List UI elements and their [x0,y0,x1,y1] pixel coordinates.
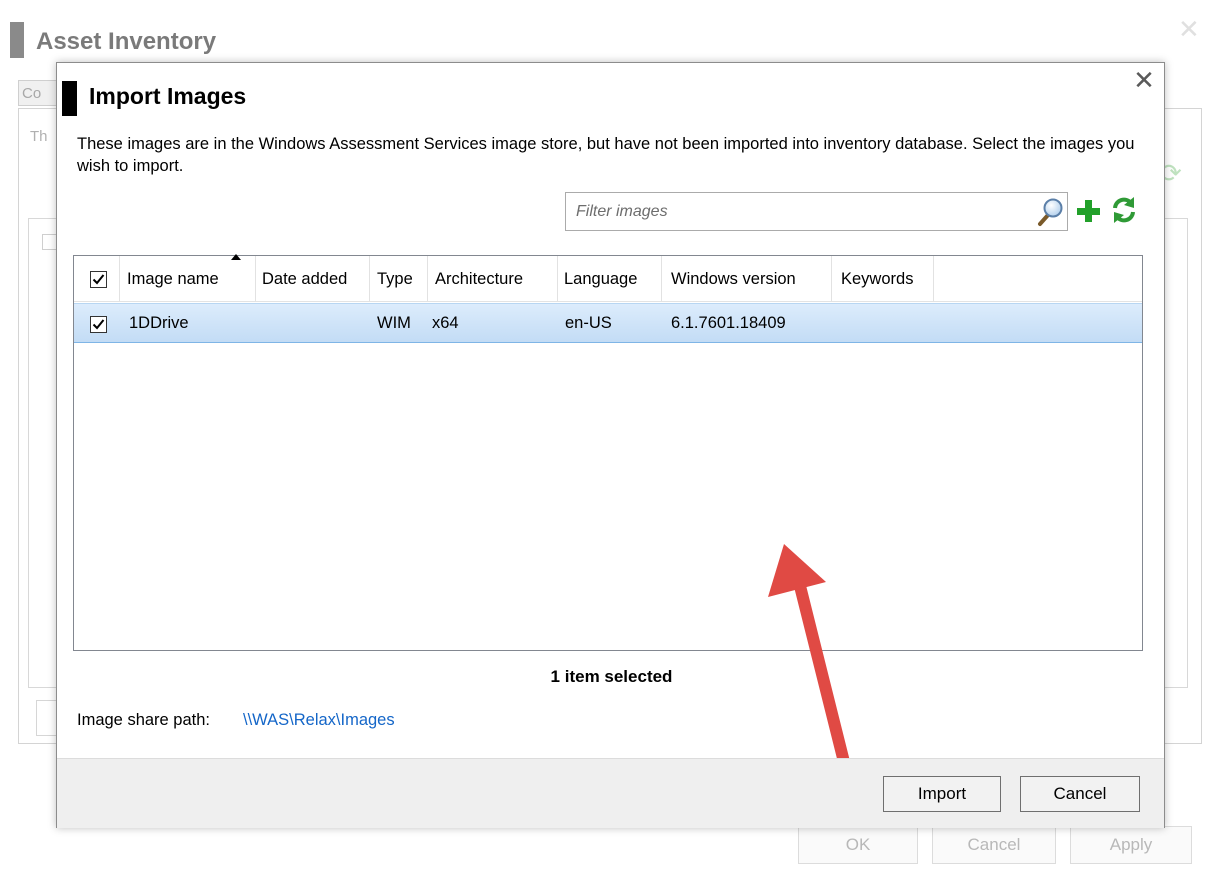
background-panel-text: Th [30,128,48,145]
ok-button[interactable]: OK [798,826,918,864]
import-button[interactable]: Import [883,776,1001,812]
row-checkbox[interactable] [90,316,107,333]
column-header-keywords[interactable]: Keywords [832,256,934,302]
background-cancel-button[interactable]: Cancel [932,826,1056,864]
filter-images-input[interactable] [567,194,1027,229]
import-images-dialog: Import Images ✕ These images are in the … [56,62,1165,828]
cell-architecture: x64 [432,314,459,332]
column-header-date-added[interactable]: Date added [256,256,370,302]
dialog-footer: Import Cancel [57,758,1164,828]
cell-image-name: 1DDrive [129,314,189,332]
close-icon[interactable]: ✕ [1129,65,1159,95]
column-header-windows-version[interactable]: Windows version [662,256,832,302]
select-all-checkbox[interactable] [90,271,107,288]
column-header-type[interactable]: Type [370,256,428,302]
sort-ascending-icon [231,254,241,260]
cell-windows-version: 6.1.7601.18409 [671,314,786,332]
window-title: Asset Inventory [36,28,217,55]
dialog-accent-bar [62,81,77,116]
cell-language: en-US [565,314,612,332]
dialog-description: These images are in the Windows Assessme… [77,135,1135,175]
apply-button[interactable]: Apply [1070,826,1192,864]
column-header-architecture[interactable]: Architecture [428,256,558,302]
window-close-icon[interactable]: ✕ [1178,14,1200,45]
search-icon[interactable] [1037,197,1065,227]
red-arrow-annotation [768,544,850,768]
filter-box [565,192,1068,231]
cancel-button[interactable]: Cancel [1020,776,1140,812]
list-header: Image name Date added Type Architecture … [74,254,1142,302]
table-row[interactable]: 1DDrive WIM x64 en-US 6.1.7601.18409 [74,303,1142,343]
dialog-title: Import Images [89,83,247,109]
column-header-image-name[interactable]: Image name [120,254,256,302]
share-path-link[interactable]: \\WAS\Relax\Images [243,711,395,730]
cell-type: WIM [377,314,411,332]
column-header-language[interactable]: Language [558,256,662,302]
selection-status: 1 item selected [550,667,673,686]
share-path-label: Image share path: [77,711,210,729]
images-list[interactable]: Image name Date added Type Architecture … [73,254,1143,768]
refresh-icon[interactable] [1110,194,1138,226]
add-icon[interactable] [1075,195,1101,227]
select-all-column [74,256,120,302]
title-accent-bar [10,22,24,58]
